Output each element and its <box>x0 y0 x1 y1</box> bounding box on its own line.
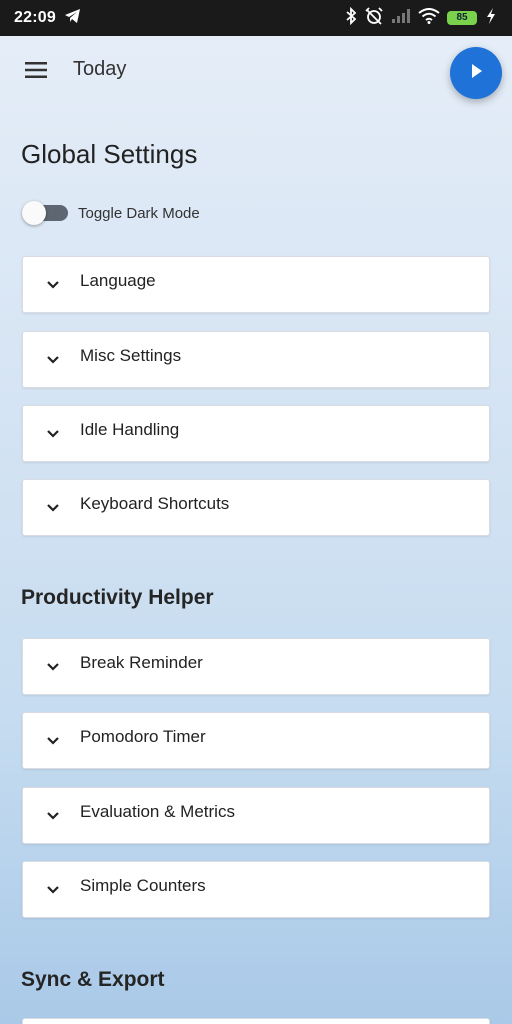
chevron-down-icon <box>45 882 61 898</box>
chevron-down-icon <box>45 733 61 749</box>
chevron-down-icon <box>45 352 61 368</box>
charging-icon <box>484 7 498 30</box>
panel-label: Pomodoro Timer <box>80 727 206 746</box>
chevron-down-icon <box>45 500 61 516</box>
dark-mode-toggle[interactable] <box>22 200 68 226</box>
app-title: Today <box>73 58 127 80</box>
app-bar: Today <box>0 36 512 108</box>
bluetooth-icon <box>345 6 357 30</box>
panel-label: Break Reminder <box>80 653 203 672</box>
panel-label: Keyboard Shortcuts <box>80 494 230 513</box>
status-bar: 22:09 85 <box>0 0 512 36</box>
panel-label: Idle Handling <box>80 420 180 439</box>
panel-label: Evaluation & Metrics <box>80 802 235 821</box>
signal-icon <box>391 8 411 29</box>
dark-mode-toggle-row[interactable]: Toggle Dark Mode <box>22 200 200 226</box>
play-button[interactable] <box>450 47 502 99</box>
menu-button[interactable] <box>22 58 50 86</box>
status-left: 22:09 <box>14 8 82 29</box>
telegram-icon <box>64 8 82 29</box>
hamburger-menu-icon <box>25 61 47 83</box>
panel-pomodoro-timer[interactable]: Pomodoro Timer <box>22 712 490 769</box>
panel-keyboard-shortcuts[interactable]: Keyboard Shortcuts <box>22 479 490 536</box>
panel-simple-counters[interactable]: Simple Counters <box>22 861 490 918</box>
chevron-down-icon <box>45 659 61 675</box>
status-right: 85 <box>345 6 498 30</box>
toggle-dark-mode-label: Toggle Dark Mode <box>78 204 200 222</box>
panel-break-reminder[interactable]: Break Reminder <box>22 638 490 695</box>
battery-icon: 85 <box>447 11 477 25</box>
status-time: 22:09 <box>14 9 56 26</box>
panel-label: Simple Counters <box>80 876 206 895</box>
panel-label: Language <box>80 271 156 290</box>
panel-sync-export-partial[interactable] <box>22 1018 490 1024</box>
toggle-knob <box>22 201 46 225</box>
panel-evaluation-metrics[interactable]: Evaluation & Metrics <box>22 787 490 844</box>
chevron-down-icon <box>45 808 61 824</box>
panel-misc-settings[interactable]: Misc Settings <box>22 331 490 388</box>
chevron-down-icon <box>45 277 61 293</box>
sync-export-title: Sync & Export <box>21 968 165 991</box>
alarm-off-icon <box>364 6 384 30</box>
productivity-helper-title: Productivity Helper <box>21 586 214 609</box>
chevron-down-icon <box>45 426 61 442</box>
panel-language[interactable]: Language <box>22 256 490 313</box>
panel-label: Misc Settings <box>80 346 182 365</box>
wifi-icon <box>418 7 440 29</box>
play-icon <box>467 62 485 85</box>
panel-idle-handling[interactable]: Idle Handling <box>22 405 490 462</box>
global-settings-title: Global Settings <box>21 139 198 169</box>
